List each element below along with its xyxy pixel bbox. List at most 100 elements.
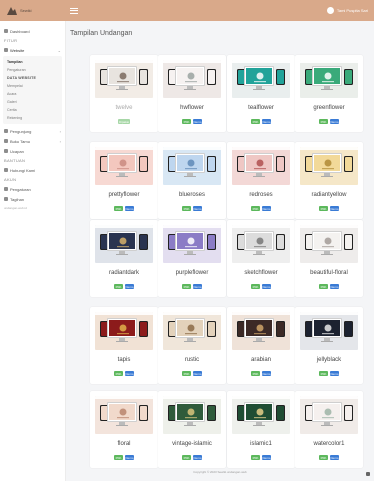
sidebar-item-label: Buku Tamu — [10, 138, 30, 144]
select-template-button[interactable]: Pilih — [182, 371, 191, 376]
demo-template-button[interactable]: Demo — [125, 206, 134, 211]
message-icon — [4, 149, 8, 153]
sidebar-item-pengaturan[interactable]: Pengaturan — [0, 184, 65, 194]
monitor-base — [321, 341, 333, 342]
submenu-item-cerita[interactable]: Cerita — [3, 106, 62, 114]
preview-header — [300, 147, 358, 150]
desktop-mockup — [244, 231, 274, 251]
submenu-item-rekening[interactable]: Rekening — [3, 114, 62, 122]
desktop-mockup — [175, 318, 205, 338]
demo-template-button[interactable]: Demo — [330, 371, 339, 376]
sidebar-item-tagihan[interactable]: Tagihan — [0, 194, 65, 204]
template-preview-image — [232, 225, 290, 263]
submenu-item-tampilan[interactable]: Tampilan — [3, 58, 62, 66]
demo-template-button[interactable]: Demo — [262, 284, 271, 289]
select-template-button[interactable]: Pilih — [251, 284, 260, 289]
submenu-item-pengaturan[interactable]: Pengaturan — [3, 66, 62, 74]
monitor-base — [321, 89, 333, 90]
preview-header — [95, 60, 153, 63]
demo-template-button[interactable]: Demo — [125, 284, 134, 289]
demo-template-button[interactable]: Demo — [193, 119, 202, 124]
sidebar-item-ucapan[interactable]: Ucapan — [0, 146, 65, 156]
select-template-button[interactable]: Pilih — [182, 455, 191, 460]
template-name: vintage-islamic — [172, 441, 212, 447]
demo-template-button[interactable]: Demo — [262, 206, 271, 211]
sidebar-item-website[interactable]: Website ⌄ — [0, 45, 65, 55]
preview-header — [163, 147, 221, 150]
demo-template-button[interactable]: Demo — [193, 455, 202, 460]
sidebar-item-buku-tamu[interactable]: Buku Tamu › — [0, 136, 65, 146]
sidebar-item-label: Website — [10, 47, 25, 53]
template-name: rustic — [184, 357, 200, 363]
gear-icon — [4, 187, 8, 191]
template-preview-image — [95, 312, 153, 350]
template-preview-image — [95, 396, 153, 434]
template-preview-image — [163, 396, 221, 434]
demo-template-button[interactable]: Demo — [262, 455, 271, 460]
preview-header — [232, 147, 290, 150]
demo-template-button[interactable]: Demo — [193, 284, 202, 289]
monitor-base — [184, 176, 196, 177]
demo-template-button[interactable]: Demo — [330, 284, 339, 289]
select-template-button[interactable]: Pilih — [182, 284, 191, 289]
preview-header — [232, 60, 290, 63]
user-menu[interactable]: Tami Puspita Sari — [326, 7, 368, 14]
demo-template-button[interactable]: Demo — [125, 455, 134, 460]
submenu-item-galeri[interactable]: Galeri — [3, 98, 62, 106]
sidebar: Dashboard FITUR Website ⌄ Tampilan Penga… — [0, 21, 66, 481]
phone-mockup — [139, 156, 148, 172]
select-template-button[interactable]: Pilih — [319, 206, 328, 211]
select-template-button[interactable]: Pilih — [251, 371, 260, 376]
template-preview-image — [163, 225, 221, 263]
monitor-base — [184, 341, 196, 342]
select-template-button[interactable]: Pilih — [251, 119, 260, 124]
demo-template-button[interactable]: Demo — [330, 119, 339, 124]
select-template-button[interactable]: Pilih — [319, 455, 328, 460]
select-template-button[interactable]: Pilih — [319, 284, 328, 289]
brand-logo[interactable]: Sewiki — [0, 0, 60, 21]
select-template-button[interactable]: Pilih — [251, 206, 260, 211]
sidebar-item-label: Pengunjung — [10, 128, 32, 134]
select-template-button[interactable]: Pilih — [319, 371, 328, 376]
submenu-item-mempelai[interactable]: Mempelai — [3, 82, 62, 90]
desktop-mockup — [175, 153, 205, 173]
desktop-mockup — [175, 402, 205, 422]
avatar — [326, 7, 334, 14]
select-template-button[interactable]: Pilih — [114, 371, 123, 376]
sidebar-item-pengunjung[interactable]: Pengunjung › — [0, 126, 65, 136]
template-name: tealflower — [248, 105, 274, 111]
select-template-button[interactable]: Pilih — [251, 455, 260, 460]
demo-template-button[interactable]: Demo — [193, 371, 202, 376]
template-actions: Pilih Demo — [295, 284, 363, 289]
select-template-button[interactable]: Pilih — [319, 119, 328, 124]
desktop-mockup — [107, 318, 137, 338]
template-card: tealflower Pilih Demo — [227, 55, 295, 132]
select-template-button[interactable]: Pilih — [182, 119, 191, 124]
select-template-button[interactable]: Pilih — [114, 206, 123, 211]
desktop-mockup — [244, 318, 274, 338]
preview-header — [163, 396, 221, 399]
demo-template-button[interactable]: Demo — [125, 371, 134, 376]
demo-template-button[interactable]: Demo — [193, 206, 202, 211]
template-preview-image — [300, 60, 358, 98]
demo-template-button[interactable]: Demo — [262, 119, 271, 124]
submenu-item-acara[interactable]: Acara — [3, 90, 62, 98]
sidebar-item-hubungi-kami[interactable]: Hubungi Kami — [0, 165, 65, 175]
demo-template-button[interactable]: Demo — [262, 371, 271, 376]
desktop-mockup — [312, 318, 342, 338]
phone-mockup — [139, 234, 148, 250]
select-template-button[interactable]: Pilih — [114, 284, 123, 289]
phone-mockup — [207, 156, 216, 172]
select-template-button[interactable]: Pilih — [114, 455, 123, 460]
select-template-button[interactable]: Pilih — [182, 206, 191, 211]
template-card: sketchflower Pilih Demo — [227, 220, 295, 297]
sidebar-item-dashboard[interactable]: Dashboard — [0, 26, 65, 36]
template-name: twelve — [115, 105, 133, 111]
monitor-base — [116, 176, 128, 177]
scroll-top-button[interactable] — [366, 472, 370, 476]
hamburger-menu-icon[interactable] — [70, 7, 78, 14]
demo-template-button[interactable]: Demo — [330, 455, 339, 460]
template-preview-image — [95, 225, 153, 263]
preview-header — [163, 312, 221, 315]
demo-template-button[interactable]: Demo — [330, 206, 339, 211]
